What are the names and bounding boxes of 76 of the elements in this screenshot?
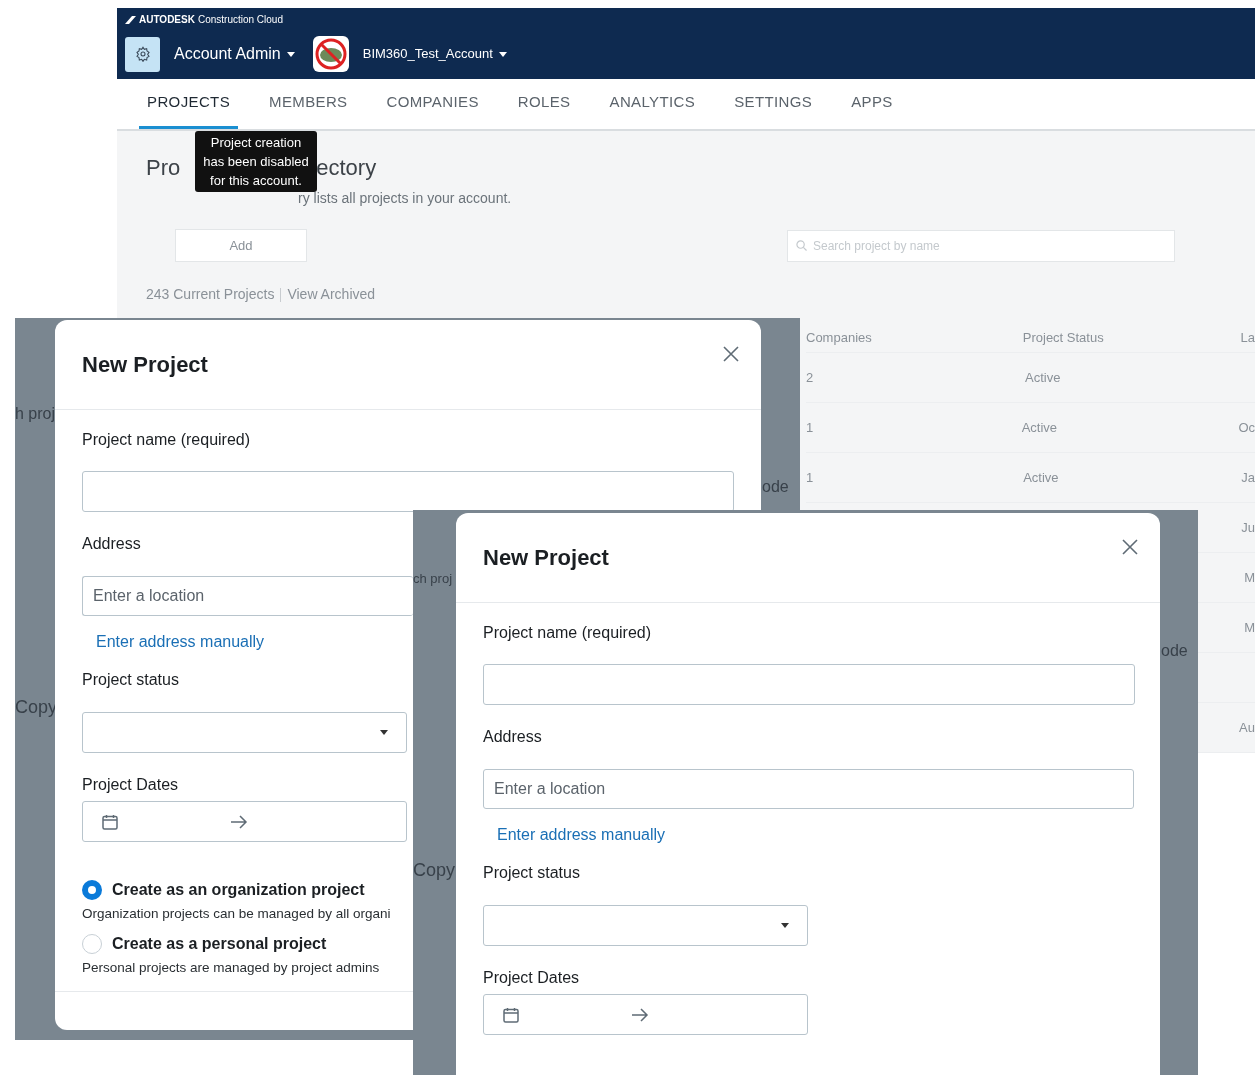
modal-title: New Project xyxy=(82,351,208,379)
table-cell: Oc xyxy=(1238,419,1255,435)
date-range-field[interactable] xyxy=(483,994,808,1035)
table-cell: M xyxy=(1244,619,1255,635)
page-title: ectory xyxy=(316,154,377,182)
backdrop-text: Copy xyxy=(15,696,58,719)
arrow-right-icon xyxy=(230,814,248,829)
page-description: ry lists all projects in your account. xyxy=(298,189,513,208)
calendar-icon xyxy=(503,1006,519,1023)
radio-description: Personal projects are managed by project admins xyxy=(82,959,380,978)
project-name-field[interactable] xyxy=(483,664,1135,705)
caret-icon xyxy=(781,923,789,928)
table-cell: Active xyxy=(1023,469,1059,485)
add-button[interactable]: Add xyxy=(175,229,307,262)
column-header: Project Status xyxy=(1022,328,1105,347)
address-link[interactable]: Enter address manually xyxy=(96,630,265,654)
table-cell: Au xyxy=(1239,719,1255,735)
nav-tab[interactable]: MEMBERS xyxy=(261,79,356,129)
field-label: Address xyxy=(483,727,542,747)
field-label: Project name (required) xyxy=(483,623,652,643)
module-menu[interactable]: Account Admin xyxy=(174,42,295,66)
caret-icon xyxy=(286,51,295,57)
status-select[interactable] xyxy=(483,905,808,946)
column-header: La xyxy=(1240,328,1255,347)
table-cell: 1 xyxy=(806,469,814,485)
nav-tab[interactable]: SETTINGS xyxy=(726,79,821,129)
tooltip: Project creation has been disabled for this account. xyxy=(195,131,317,192)
table-cell: Active xyxy=(1021,419,1058,435)
radio-button[interactable] xyxy=(82,880,102,900)
status-select[interactable] xyxy=(82,712,407,753)
field-label: Project Dates xyxy=(82,775,179,795)
table-cell: 1 xyxy=(806,419,814,435)
field-label: Address xyxy=(82,534,141,554)
backdrop-text: ode xyxy=(1161,641,1188,661)
caret-icon xyxy=(498,51,507,57)
brand-product: Construction Cloud xyxy=(197,13,283,27)
column-header: Companies xyxy=(806,328,873,347)
settings-icon xyxy=(134,46,151,62)
account-avatar-icon xyxy=(312,36,349,72)
arrow-right-icon xyxy=(631,1007,649,1022)
location-field[interactable]: Enter a location xyxy=(82,576,413,616)
calendar-icon xyxy=(102,813,118,830)
search-icon xyxy=(796,240,807,251)
field-label: Project name (required) xyxy=(82,430,251,450)
radio-label: Create as an organization project xyxy=(112,880,365,900)
account-menu[interactable]: BIM360_Test_Account xyxy=(362,44,507,64)
backdrop-text: h proj xyxy=(15,404,56,424)
backdrop-text: ch proj xyxy=(413,570,453,588)
autodesk-logo-icon xyxy=(125,15,136,24)
nav-tab[interactable]: ANALYTICS xyxy=(601,79,704,129)
settings-button[interactable] xyxy=(125,36,160,72)
backdrop-text: Copy xyxy=(413,859,456,882)
location-field[interactable]: Enter a location xyxy=(483,769,1134,809)
project-count: 243 Current Projects xyxy=(146,285,275,304)
table-cell: 2 xyxy=(806,369,814,385)
table-cell: Active xyxy=(1025,369,1061,385)
page-title: Pro xyxy=(146,154,181,182)
close-icon[interactable] xyxy=(1122,539,1138,555)
date-range-field[interactable] xyxy=(82,801,407,842)
nav-tab[interactable]: COMPANIES xyxy=(378,79,487,129)
brand-logo: AUTODESK xyxy=(139,13,195,27)
field-label: Project status xyxy=(483,863,580,883)
nav-tab[interactable]: ROLES xyxy=(509,79,579,129)
field-label: Project Dates xyxy=(483,968,580,988)
caret-icon xyxy=(380,730,388,735)
nav-tab[interactable]: APPS xyxy=(843,79,901,129)
backdrop-text: ode xyxy=(762,477,789,497)
radio-description: Organization projects can be managed by all organi xyxy=(82,905,391,923)
table-cell: Ju xyxy=(1241,519,1255,535)
modal-title: New Project xyxy=(483,544,609,572)
address-link[interactable]: Enter address manually xyxy=(497,823,666,847)
table-cell: M xyxy=(1244,569,1255,585)
close-icon[interactable] xyxy=(723,346,739,362)
table-cell: Ja xyxy=(1241,469,1255,485)
field-label: Project status xyxy=(82,670,179,690)
radio-label: Create as a personal project xyxy=(112,934,327,955)
